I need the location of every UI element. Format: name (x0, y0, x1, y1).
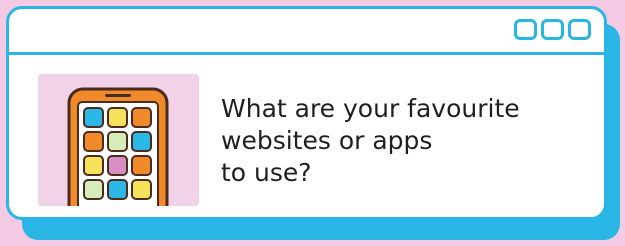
app-tile-icon (83, 107, 104, 128)
question-card: What are your favourite websites or apps… (6, 6, 607, 220)
question-line: What are your favourite (221, 94, 520, 123)
app-tile-icon (131, 155, 152, 176)
app-tile-icon (83, 179, 104, 200)
window-control-icon (541, 19, 564, 40)
app-tile-icon (107, 155, 128, 176)
page-stage: What are your favourite websites or apps… (0, 0, 625, 246)
app-tile-icon (131, 107, 152, 128)
app-tile-icon (107, 131, 128, 152)
app-tile-icon (83, 131, 104, 152)
app-tile-icon (83, 155, 104, 176)
question-text: What are your favourite websites or apps… (221, 93, 591, 189)
question-line: to use? (221, 158, 312, 187)
app-tile-icon (107, 179, 128, 200)
window-titlebar (9, 9, 604, 55)
app-tile-icon (131, 131, 152, 152)
window-controls (514, 19, 591, 40)
smartphone-apps-icon (38, 74, 199, 206)
app-tile-icon (131, 179, 152, 200)
question-line: websites or apps (221, 126, 433, 155)
window-control-icon (514, 19, 537, 40)
window-control-icon (568, 19, 591, 40)
app-tile-icon (107, 107, 128, 128)
